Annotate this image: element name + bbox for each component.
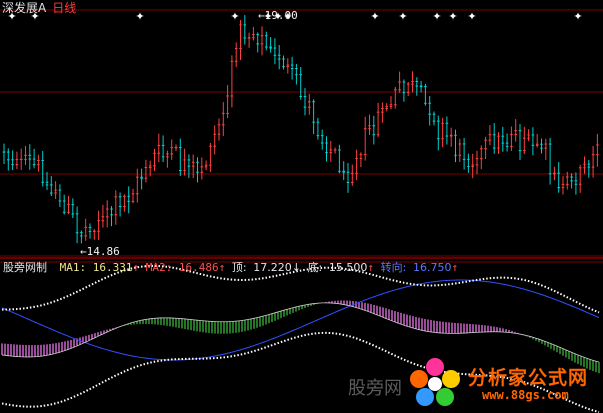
ma2-arrow: ↑ xyxy=(218,261,226,274)
ma2-label: MA2: xyxy=(145,261,173,274)
top-value: 17.220 xyxy=(253,261,292,274)
bottom-label: 底: xyxy=(307,261,323,274)
bottom-arrow: ↑ xyxy=(367,261,375,274)
chart-window: ✦ ✦ ✦ ✦ ✦ ✦ ✦ ✦ ✦ ✦ ✦ ✦ ✦ 深发展A 日线 ←19.00 ←14.86 股旁网制 … xyxy=(0,0,603,413)
signal-star-icon: ✦ xyxy=(467,10,476,23)
chart-header: 深发展A 日线 xyxy=(2,0,76,16)
watermark-text: 股旁网 xyxy=(348,378,402,399)
turn-arrow: ↑ xyxy=(451,261,459,274)
low-price-value: 14.86 xyxy=(86,245,120,258)
signal-star-icon: ✦ xyxy=(448,10,457,23)
signal-star-icon: ✦ xyxy=(370,10,379,23)
stock-name: 深发展A xyxy=(2,1,47,15)
signal-star-icon: ✦ xyxy=(398,10,407,23)
signal-star-icon: ✦ xyxy=(573,10,582,23)
ma1-line xyxy=(1,302,600,363)
turn-value: 16.750 xyxy=(413,261,452,274)
indicator-name: 股旁网制 xyxy=(3,261,47,274)
turn-label: 转向: xyxy=(380,261,407,274)
flower-logo-icon xyxy=(410,358,460,406)
top-label: 顶: xyxy=(231,261,247,274)
brand-url: www.88gs.com xyxy=(482,388,569,402)
ma1-value: 16.331 xyxy=(92,261,133,274)
brand-name: 分析家公式网 xyxy=(468,367,589,389)
ma1-label: MA1: xyxy=(59,261,87,274)
bottom-value: 15.500 xyxy=(328,261,368,274)
high-price-value: 19.00 xyxy=(264,9,298,22)
period-label: 日线 xyxy=(52,1,77,15)
signal-star-icon: ✦ xyxy=(230,10,239,23)
high-price-marker: ←19.00 xyxy=(258,9,298,22)
ma2-value: 16.486 xyxy=(178,261,219,274)
indicator-legend: 股旁网制 MA1: 16.331↑ MA2: 16.486↑ 顶: 17.220… xyxy=(3,259,458,275)
top-arrow: ↓ xyxy=(291,261,301,274)
turn-line xyxy=(1,279,600,361)
chart-canvas: ✦ ✦ ✦ ✦ ✦ ✦ ✦ ✦ ✦ ✦ ✦ ✦ ✦ xyxy=(0,9,603,413)
signal-star-icon: ✦ xyxy=(432,10,441,23)
signal-star-icon: ✦ xyxy=(135,10,144,23)
ma1-arrow: ↑ xyxy=(132,261,140,274)
low-price-marker: ←14.86 xyxy=(80,245,120,258)
